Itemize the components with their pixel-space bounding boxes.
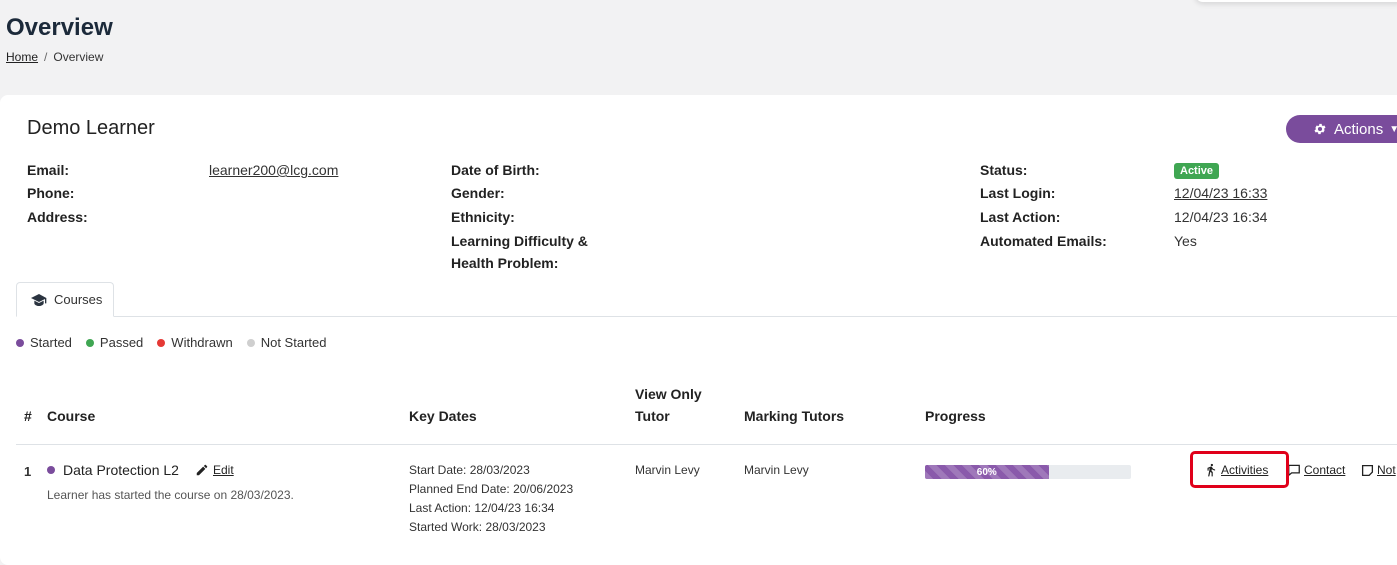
header-progress: Progress xyxy=(925,408,986,424)
tab-courses[interactable]: Courses xyxy=(16,282,114,317)
automated-emails-label: Automated Emails: xyxy=(980,233,1107,249)
progress-bar-fill: 60% xyxy=(925,465,1049,479)
header-marking-tutors: Marking Tutors xyxy=(744,408,845,424)
notes-link[interactable]: Not xyxy=(1361,463,1396,477)
legend-withdrawn-dot xyxy=(157,338,166,347)
legend-not-started: Not Started xyxy=(246,335,327,350)
header-key-dates: Key Dates xyxy=(409,408,477,424)
legend-not-started-dot xyxy=(246,338,255,347)
email-label: Email: xyxy=(27,162,70,178)
email-link[interactable]: learner200@lcg.com xyxy=(209,162,338,178)
last-login-label: Last Login: xyxy=(980,185,1056,201)
actions-button[interactable]: Actions ▼ xyxy=(1286,115,1397,143)
contact-link[interactable]: Contact xyxy=(1287,463,1345,477)
note-icon xyxy=(1361,464,1374,476)
learning-difficulty-label: Learning Difficulty & xyxy=(451,233,588,249)
last-login-link[interactable]: 12/04/23 16:33 xyxy=(1174,185,1267,201)
legend-started-dot xyxy=(16,338,24,347)
header-number: # xyxy=(24,408,32,424)
legend-passed: Passed xyxy=(85,335,144,350)
legend-withdrawn-label: Withdrawn xyxy=(171,335,233,350)
breadcrumb-home-link[interactable]: Home xyxy=(6,50,38,64)
status-legend: Started Passed Withdrawn Not Started xyxy=(16,335,340,350)
breadcrumb: Home / Overview xyxy=(6,50,103,64)
actions-button-label: Actions xyxy=(1334,120,1384,138)
breadcrumb-current: Overview xyxy=(53,50,104,64)
pencil-icon xyxy=(196,464,208,476)
legend-not-started-label: Not Started xyxy=(260,335,327,350)
health-problem-label: Health Problem: xyxy=(451,255,559,271)
edit-course-label: Edit xyxy=(213,463,234,477)
key-date-last-action: Last Action: 12/04/23 16:34 xyxy=(409,501,555,515)
header-course: Course xyxy=(47,408,96,424)
course-status-dot xyxy=(47,466,55,474)
course-name-label: Data Protection L2 xyxy=(63,462,179,478)
status-badge: Active xyxy=(1174,163,1220,179)
gear-icon xyxy=(1314,123,1326,135)
address-label: Address: xyxy=(27,209,88,225)
gender-label: Gender: xyxy=(451,185,505,201)
phone-label: Phone: xyxy=(27,185,75,201)
progress-bar: 60% xyxy=(925,465,1131,479)
marking-tutor: Marvin Levy xyxy=(744,463,809,477)
last-action-label: Last Action: xyxy=(980,209,1061,225)
breadcrumb-separator: / xyxy=(44,50,48,64)
activities-highlight-box xyxy=(1190,451,1289,488)
course-name: Data Protection L2 xyxy=(47,462,179,478)
header-view-only-line1: View Only xyxy=(635,386,702,402)
dob-label: Date of Birth: xyxy=(451,162,540,178)
legend-passed-dot xyxy=(85,338,94,347)
key-date-planned-end: Planned End Date: 20/06/2023 xyxy=(409,482,574,496)
key-date-started-work: Started Work: 28/03/2023 xyxy=(409,520,546,534)
course-note: Learner has started the course on 28/03/… xyxy=(47,488,294,502)
last-action-value: 12/04/23 16:34 xyxy=(1174,209,1268,225)
chat-bubble-icon xyxy=(1288,464,1300,477)
view-only-tutor: Marvin Levy xyxy=(635,463,700,477)
graduation-cap-icon xyxy=(31,293,47,306)
legend-passed-label: Passed xyxy=(99,335,144,350)
learner-name: Demo Learner xyxy=(27,117,155,139)
table-header-divider xyxy=(16,444,1397,445)
status-label: Status: xyxy=(980,162,1028,178)
edit-course-link[interactable]: Edit xyxy=(195,463,234,477)
legend-started: Started xyxy=(16,335,72,350)
row-number: 1 xyxy=(24,464,32,479)
notes-label: Not xyxy=(1377,463,1396,477)
tab-courses-label: Courses xyxy=(54,292,103,307)
ethnicity-label: Ethnicity: xyxy=(451,209,515,225)
caret-down-icon: ▼ xyxy=(1389,123,1397,135)
header-view-only-line2: Tutor xyxy=(635,408,670,424)
legend-started-label: Started xyxy=(30,335,72,350)
tabs-divider xyxy=(16,316,1397,317)
key-date-start: Start Date: 28/03/2023 xyxy=(409,463,530,477)
contact-label: Contact xyxy=(1304,463,1346,477)
legend-withdrawn: Withdrawn xyxy=(157,335,233,350)
page-title: Overview xyxy=(6,14,113,41)
top-dropdown-edge xyxy=(1195,0,1397,2)
automated-emails-value: Yes xyxy=(1174,233,1197,249)
